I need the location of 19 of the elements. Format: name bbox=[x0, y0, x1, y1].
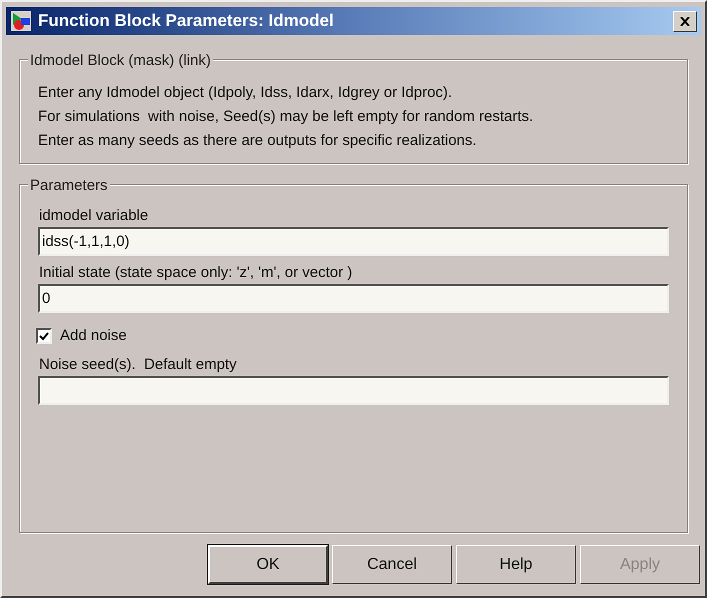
close-icon bbox=[680, 16, 690, 26]
check-icon bbox=[39, 332, 49, 341]
description-text: Enter as many seeds as there are outputs for specific realizations. bbox=[38, 131, 478, 151]
input-field[interactable] bbox=[38, 376, 669, 404]
close-button[interactable] bbox=[673, 10, 697, 32]
input-field[interactable]: 0 bbox=[38, 284, 669, 313]
dialog-button[interactable]: OK bbox=[208, 545, 328, 584]
field-label: Initial state (state space only: 'z', 'm', or vector ) bbox=[38, 263, 354, 283]
dialog-button[interactable]: Cancel bbox=[332, 545, 452, 584]
description-text: For simulations with noise, Seed(s) may be left empty for random restarts. bbox=[38, 107, 534, 127]
field-label: idmodel variable bbox=[38, 206, 150, 226]
app-icon bbox=[10, 10, 32, 32]
input-field[interactable]: idss(-1,1,1,0) bbox=[38, 227, 669, 256]
checkbox[interactable] bbox=[36, 328, 52, 344]
field-label: Noise seed(s). Default empty bbox=[38, 354, 238, 374]
window-title: Function Block Parameters: Idmodel bbox=[38, 10, 335, 32]
checkbox-label: Add noise bbox=[60, 326, 127, 346]
dialog-button[interactable]: Help bbox=[456, 545, 576, 584]
description-text: Enter any Idmodel object (Idpoly, Idss, Idarx, Idgrey or Idproc). bbox=[38, 83, 454, 103]
